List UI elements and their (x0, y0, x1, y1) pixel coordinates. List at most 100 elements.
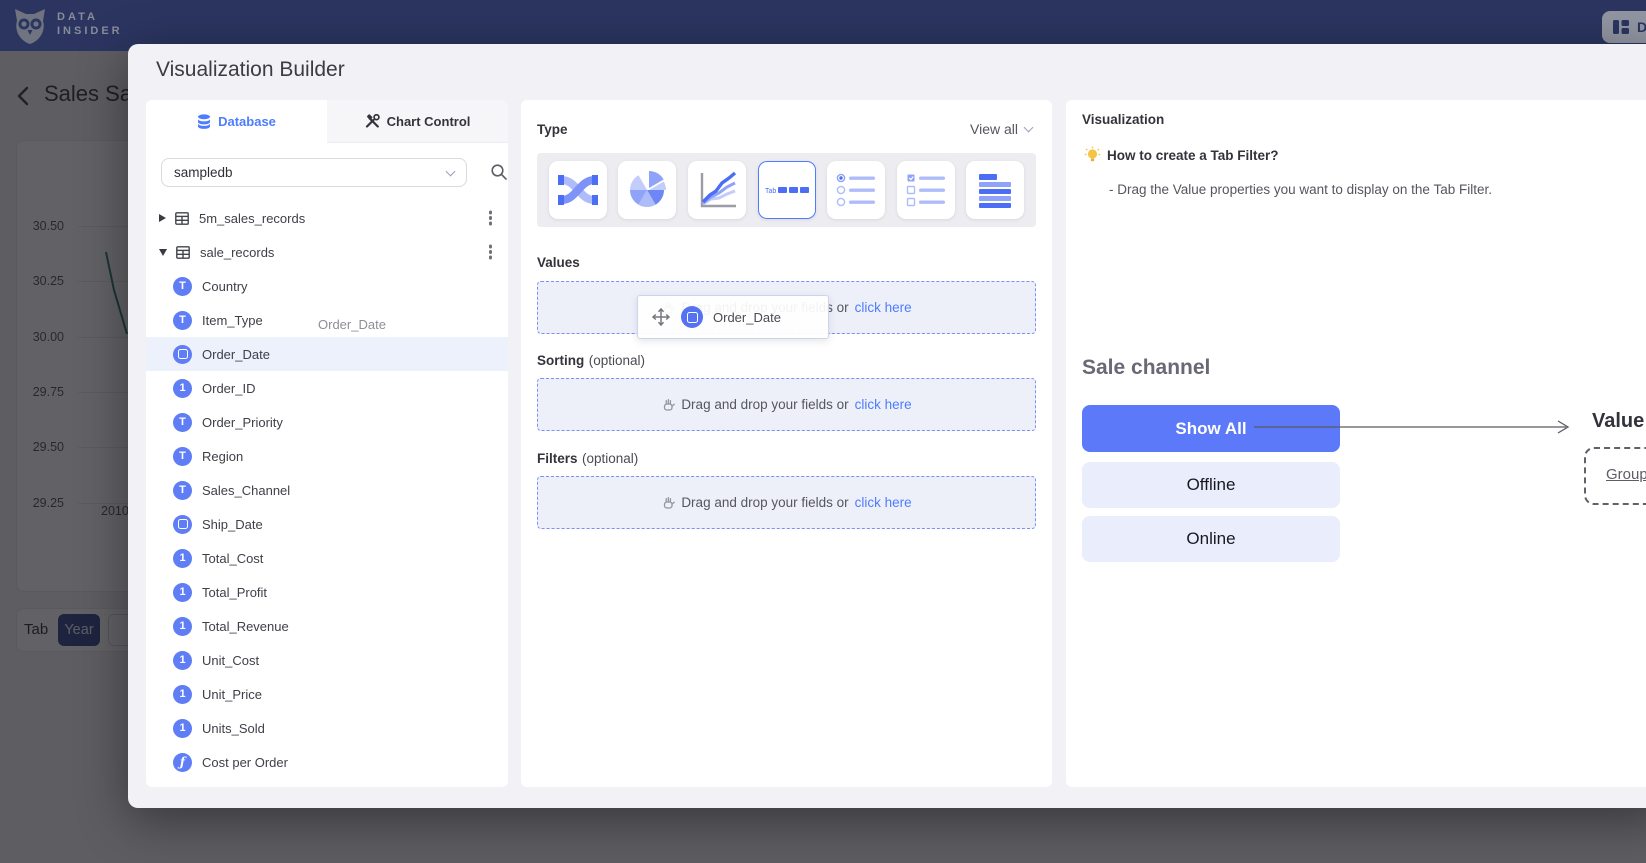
collapse-down-icon[interactable] (159, 249, 167, 256)
widget-title: Sale channel (1082, 356, 1210, 380)
table-icon (176, 246, 190, 259)
field-row-selected[interactable]: Order_Date (146, 337, 508, 371)
field-name: Unit_Cost (202, 653, 259, 668)
brand: DATA INSIDER (57, 10, 123, 38)
number-field-icon: 1 (173, 549, 192, 568)
field-row[interactable]: T Region (146, 439, 508, 473)
field-row[interactable]: 1 Units_Sold (146, 711, 508, 745)
tab-chart-control[interactable]: Chart Control (327, 100, 508, 143)
type-line-chart-icon[interactable] (688, 161, 746, 219)
database-select-value: sampledb (174, 165, 233, 180)
kebab-menu-icon[interactable] (489, 216, 492, 219)
option-online-button[interactable]: Online (1082, 516, 1340, 562)
type-radio-list-icon[interactable] (827, 161, 885, 219)
drag-ghost-label: Order_Date (318, 317, 386, 332)
field-name: Ship_Date (202, 517, 263, 532)
dropzone-placeholder: Drag and drop your fields or (681, 495, 848, 510)
field-name: Item_Type (202, 313, 263, 328)
number-field-icon: 1 (173, 651, 192, 670)
text-field-icon: T (173, 447, 192, 466)
click-here-link[interactable]: click here (855, 495, 912, 510)
field-row[interactable]: 1 Total_Cost (146, 541, 508, 575)
field-row[interactable]: Ship_Date (146, 507, 508, 541)
field-row[interactable]: 1Total_Profit (146, 575, 508, 609)
field-name: Total_Cost (202, 551, 263, 566)
field-name: Units_Sold (202, 721, 265, 736)
sorting-section-label: Sorting (optional) (537, 352, 645, 370)
tab-chart-control-label: Chart Control (387, 114, 471, 129)
schema-tree: 5m_sales_records sale_records T Country T… (146, 201, 508, 779)
field-name: Order_ID (202, 381, 255, 396)
click-here-link[interactable]: click here (855, 397, 912, 412)
table-icon (175, 212, 189, 225)
left-panel-tabs: Database Chart Control (146, 100, 508, 143)
click-here-link[interactable]: click here (855, 300, 912, 315)
dashboard-icon (1612, 18, 1630, 36)
visualization-builder-modal: Visualization Builder Database (128, 44, 1646, 808)
field-row[interactable]: 1 Unit_Price (146, 677, 508, 711)
number-field-icon: 1 (173, 685, 192, 704)
type-checkbox-list-icon[interactable] (897, 161, 955, 219)
view-all-label: View all (970, 121, 1018, 137)
chip-label: Order_Date (713, 310, 781, 325)
option-offline-button[interactable]: Offline (1082, 462, 1340, 508)
drag-hand-icon (661, 495, 675, 510)
annotation-group-box: Group (1584, 447, 1646, 505)
tab-database[interactable]: Database (146, 100, 327, 143)
database-select[interactable]: sampledb (161, 158, 467, 187)
drag-hand-icon (661, 397, 675, 412)
chevron-down-icon (1024, 122, 1034, 132)
database-icon (197, 114, 211, 129)
chart-type-strip: Tab (537, 153, 1036, 227)
field-row[interactable]: T Order_Priority (146, 405, 508, 439)
optional-suffix: (optional) (589, 353, 645, 368)
field-name: Unit_Price (202, 687, 262, 702)
number-field-icon: 1 (173, 379, 192, 398)
field-row[interactable]: 1 Unit_Cost (146, 643, 508, 677)
field-row[interactable]: ƒ Cost per Order (146, 745, 508, 779)
table-name: 5m_sales_records (199, 211, 305, 226)
lightbulb-icon (1084, 146, 1101, 164)
type-section-label: Type (537, 122, 568, 137)
dragging-field-chip[interactable]: Order_Date (637, 295, 829, 339)
type-sankey-chart-icon[interactable] (549, 161, 607, 219)
field-name: Country (202, 279, 248, 294)
visualization-panel: Visualization How to create a Tab Filter… (1066, 100, 1646, 787)
type-tab-filter-icon[interactable]: Tab (758, 161, 816, 219)
dropzone-placeholder: Drag and drop your fields or (681, 397, 848, 412)
tip-body: - Drag the Value properties you want to … (1109, 182, 1492, 197)
collapse-right-icon[interactable] (159, 214, 166, 222)
sorting-dropzone[interactable]: Drag and drop your fields or click here (537, 378, 1036, 431)
field-name: Region (202, 449, 243, 464)
tree-table-5m-sales-records[interactable]: 5m_sales_records (146, 201, 508, 235)
field-row[interactable]: T Sales_Channel (146, 473, 508, 507)
dashboard-nav-button[interactable]: Dashboard (1602, 11, 1646, 43)
type-pie-chart-icon[interactable] (618, 161, 676, 219)
screen: Sales Sa 30.50 30.25 30.00 29.75 29.50 2… (0, 0, 1646, 863)
field-row[interactable]: 1 Total_Revenue (146, 609, 508, 643)
table-name: sale_records (200, 245, 274, 260)
annotation-group-label: Group (1606, 466, 1646, 483)
field-name: Sales_Channel (202, 483, 290, 498)
formula-field-icon: ƒ (173, 753, 192, 772)
type-data-table-icon[interactable] (966, 161, 1024, 219)
text-field-icon: T (173, 413, 192, 432)
tree-table-sale-records[interactable]: sale_records (146, 235, 508, 269)
owl-logo-icon (12, 6, 48, 46)
view-all-button[interactable]: View all (970, 121, 1032, 137)
move-icon (651, 307, 671, 327)
text-field-icon: T (173, 481, 192, 500)
field-name: Order_Date (202, 347, 270, 362)
number-field-icon: 1 (173, 719, 192, 738)
search-icon[interactable] (490, 163, 508, 181)
field-name: Total_Revenue (202, 619, 289, 634)
field-row[interactable]: T Country (146, 269, 508, 303)
field-row[interactable]: 1 Order_ID (146, 371, 508, 405)
visualization-section-label: Visualization (1082, 112, 1164, 127)
filters-dropzone[interactable]: Drag and drop your fields or click here (537, 476, 1036, 529)
text-field-icon: T (173, 277, 192, 296)
field-name: Cost per Order (202, 755, 288, 770)
kebab-menu-icon[interactable] (489, 250, 492, 253)
field-name: Order_Priority (202, 415, 283, 430)
number-field-icon: 1 (173, 617, 192, 636)
